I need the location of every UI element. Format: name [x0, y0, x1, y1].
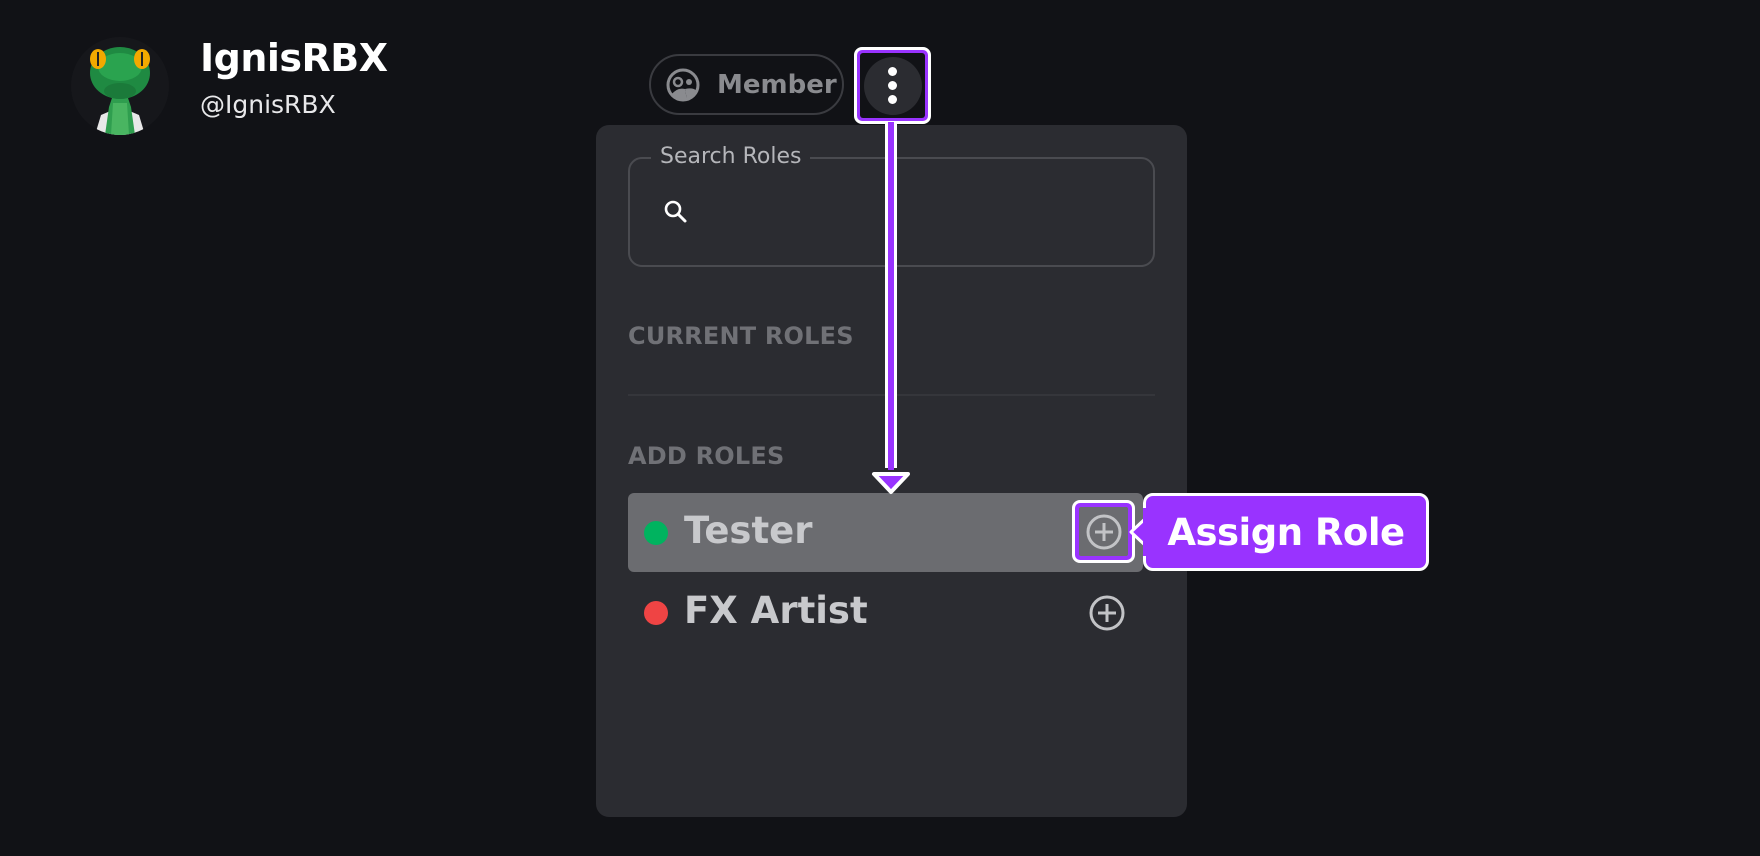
- member-role-icon: [666, 68, 700, 101]
- add-role-button-fx-artist[interactable]: [1087, 593, 1127, 633]
- current-roles-heading: CURRENT ROLES: [628, 322, 854, 350]
- add-roles-heading: ADD ROLES: [628, 442, 785, 470]
- add-role-button-tester[interactable]: [1085, 513, 1123, 551]
- kebab-vertical-icon: [888, 67, 897, 76]
- role-name: Tester: [684, 509, 813, 552]
- lizard-avatar-icon: [71, 37, 169, 135]
- annotation-arrow: [872, 122, 910, 494]
- role-name: FX Artist: [684, 589, 868, 632]
- assign-role-callout: Assign Role: [1143, 493, 1429, 571]
- plus-circle-icon: [1089, 595, 1125, 631]
- role-list-item-tester[interactable]: Tester: [628, 493, 1143, 572]
- user-handle: @IgnisRBX: [200, 90, 336, 119]
- search-roles-input[interactable]: [700, 190, 1134, 236]
- user-display-name: IgnisRBX: [200, 36, 388, 80]
- user-avatar: [71, 37, 169, 135]
- member-role-label: Member: [717, 69, 837, 100]
- role-color-dot: [644, 521, 668, 545]
- member-role-button[interactable]: Member: [649, 54, 844, 115]
- more-options-highlight: [854, 47, 931, 124]
- more-options-button[interactable]: [863, 56, 922, 115]
- search-icon: [664, 200, 687, 223]
- role-list-item-fx-artist[interactable]: FX Artist: [628, 573, 1143, 652]
- callout-pointer-join: [1143, 508, 1149, 556]
- add-role-highlight: [1072, 500, 1135, 563]
- role-color-dot: [644, 601, 668, 625]
- search-roles-label: Search Roles: [651, 144, 811, 169]
